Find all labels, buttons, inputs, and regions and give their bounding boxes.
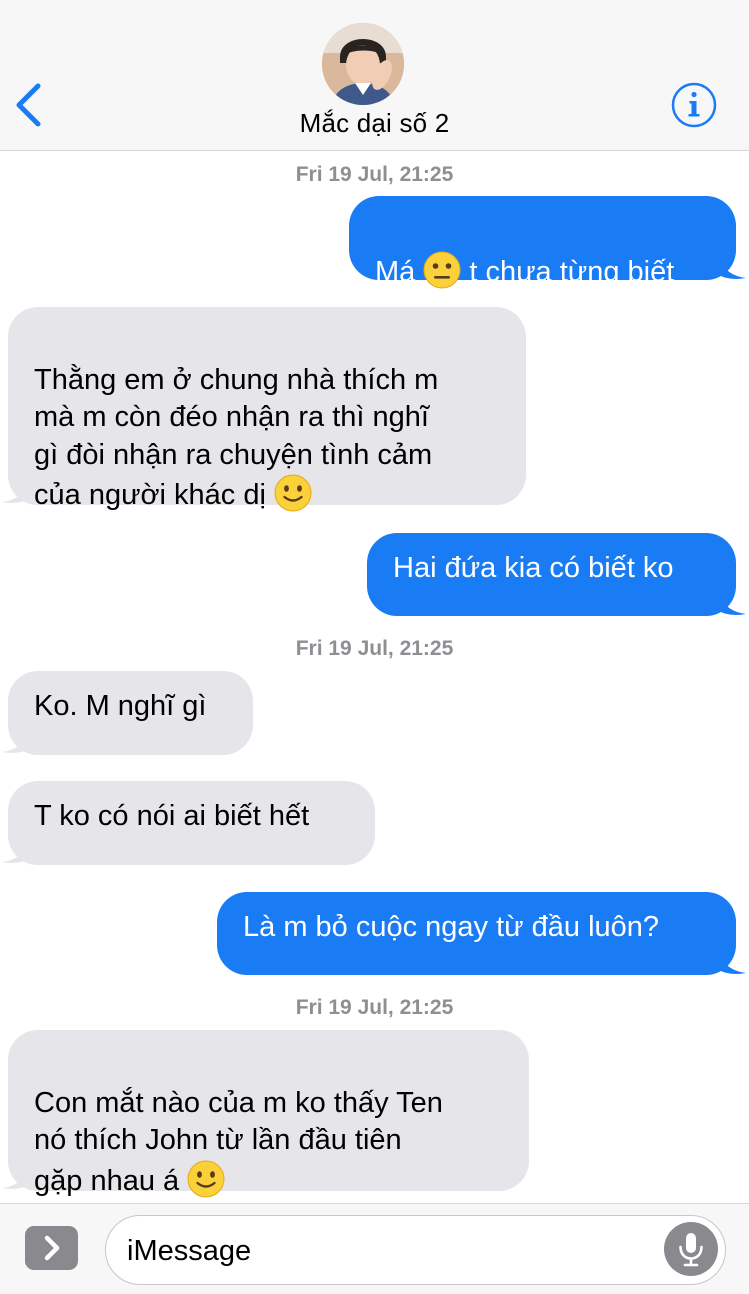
contact-avatar[interactable] bbox=[322, 23, 404, 105]
message-timestamp: Fri 19 Jul, 21:25 bbox=[295, 163, 454, 186]
contact-name[interactable]: Mắc dại số 2 bbox=[0, 108, 749, 139]
slightly-smiling-face-icon bbox=[274, 474, 312, 512]
message-timestamp: Fri 19 Jul, 21:25 bbox=[295, 637, 454, 660]
message-text: t chưa từng biết bbox=[461, 255, 675, 288]
composer-bar: iMessage bbox=[0, 1203, 749, 1294]
sent-message[interactable]: Hai đứa kia có biết ko bbox=[367, 533, 736, 616]
microphone-button[interactable] bbox=[664, 1222, 718, 1276]
message-input-placeholder: iMessage bbox=[127, 1235, 252, 1267]
expand-apps-button[interactable] bbox=[25, 1226, 78, 1270]
received-message[interactable]: Con mắt nào của m ko thấy Ten nó thích J… bbox=[8, 1030, 529, 1197]
message-input[interactable]: iMessage bbox=[105, 1215, 726, 1285]
received-message[interactable]: Thằng em ở chung nhà thích m mà m còn đé… bbox=[8, 307, 526, 512]
received-message[interactable]: Ko. M nghĩ gì bbox=[8, 671, 253, 755]
received-message[interactable]: T ko có nói ai biết hết bbox=[8, 781, 375, 865]
slightly-smiling-face-icon bbox=[187, 1160, 225, 1197]
message-text: Thằng em ở chung nhà thích m mà m còn đé… bbox=[34, 363, 439, 512]
info-icon bbox=[671, 82, 717, 128]
sent-message[interactable]: Là m bỏ cuộc ngay từ đầu luôn? bbox=[217, 892, 736, 975]
microphone-icon bbox=[679, 1233, 703, 1267]
chevron-right-icon bbox=[44, 1235, 60, 1261]
info-button[interactable] bbox=[670, 81, 718, 129]
messages-screen: Mắc dại số 2 Fri 19 Jul, 21:25 Má t chưa… bbox=[0, 0, 749, 1294]
sent-message[interactable]: Má t chưa từng biết bbox=[349, 196, 736, 288]
conversation-header: Mắc dại số 2 bbox=[0, 0, 749, 151]
message-timestamp: Fri 19 Jul, 21:25 bbox=[295, 996, 454, 1019]
message-text: Con mắt nào của m ko thấy Ten nó thích J… bbox=[34, 1086, 443, 1197]
neutral-face-icon bbox=[423, 251, 461, 288]
message-text: Má bbox=[375, 255, 424, 288]
